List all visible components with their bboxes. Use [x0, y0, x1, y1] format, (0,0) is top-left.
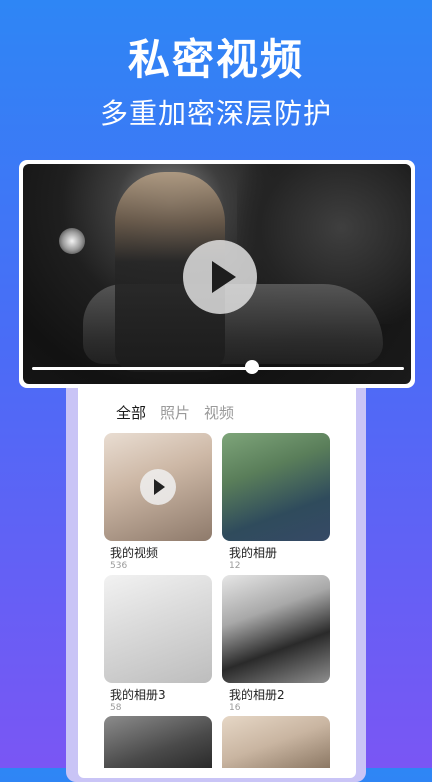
- album-count: 58: [110, 703, 122, 713]
- progress-knob[interactable]: [245, 360, 259, 374]
- tab-photos[interactable]: 照片: [160, 402, 190, 423]
- video-player[interactable]: [19, 160, 415, 388]
- play-icon[interactable]: [140, 469, 176, 505]
- album-thumbnail-my-videos[interactable]: [104, 433, 212, 541]
- album-label: 我的相册2: [229, 688, 285, 702]
- album-thumbnail-my-album-3[interactable]: [104, 575, 212, 683]
- album-thumbnail[interactable]: [222, 716, 330, 768]
- tab-all[interactable]: 全部: [116, 402, 146, 423]
- album-label: 我的相册: [229, 546, 278, 560]
- page-subtitle: 多重加密深层防护: [99, 97, 332, 130]
- page-title: 私密视频: [127, 35, 304, 84]
- moon-image: [59, 228, 85, 254]
- progress-track[interactable]: [32, 367, 404, 370]
- album-count: 12: [229, 561, 241, 571]
- album-count: 16: [229, 703, 241, 713]
- album-thumbnail-my-album[interactable]: [222, 433, 330, 541]
- play-icon[interactable]: [183, 240, 257, 314]
- album-label: 我的视频: [110, 546, 159, 560]
- album-label: 我的相册3: [110, 688, 166, 702]
- album-count: 536: [110, 561, 128, 571]
- tab-videos[interactable]: 视频: [204, 402, 234, 423]
- album-thumbnail-my-album-2[interactable]: [222, 575, 330, 683]
- tab-bar: 全部 照片 视频: [116, 402, 234, 423]
- video-thumbnail: [23, 164, 411, 384]
- album-thumbnail[interactable]: [104, 716, 212, 768]
